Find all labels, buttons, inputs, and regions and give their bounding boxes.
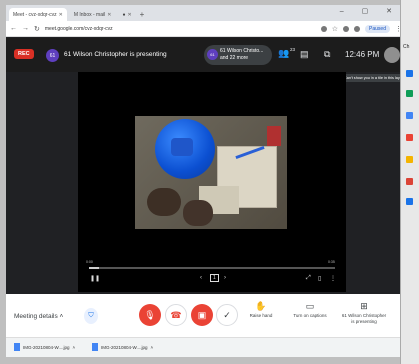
- paused-chip[interactable]: Paused: [365, 24, 390, 33]
- clock: 12:46 PM: [345, 50, 380, 59]
- browser-window: Meet - cvz-xdqr-cvz ✕ M Inbox - mail ✕ ●…: [6, 5, 406, 357]
- tab-third[interactable]: ● ✕: [118, 8, 135, 21]
- app-icon[interactable]: [406, 70, 413, 77]
- window-controls[interactable]: – ▢ ✕: [340, 7, 400, 15]
- app-icon[interactable]: [406, 156, 413, 163]
- close-icon[interactable]: ✕: [127, 12, 131, 18]
- leave-call-button[interactable]: ☎: [165, 304, 187, 326]
- presenting-banner: 61 Wilson Christopher is presenting: [64, 51, 167, 58]
- back-arrow-icon[interactable]: ←: [10, 25, 17, 32]
- downloads-shelf: IMG-20210804-W....jpg ˄ IMG-20210804-W..…: [6, 337, 406, 357]
- captions-button[interactable]: ▭ Turn on captions: [287, 301, 333, 319]
- pause-icon[interactable]: ❚❚: [90, 275, 100, 282]
- presenter-avatar: 61: [46, 49, 59, 62]
- star-icon[interactable]: ☆: [332, 25, 338, 33]
- close-icon[interactable]: ✕: [59, 12, 63, 18]
- next-icon[interactable]: ›: [224, 275, 226, 281]
- tab-label: M Inbox - mail: [73, 11, 106, 18]
- page-indicator: 1: [210, 274, 219, 282]
- desktop-strip: Ch: [400, 0, 419, 364]
- scrubber-progress: [89, 267, 99, 269]
- app-icon[interactable]: [406, 178, 413, 185]
- chevron-up-icon[interactable]: ˄: [151, 345, 154, 350]
- meeting-details-label: Meeting details: [14, 313, 58, 320]
- tab-mail[interactable]: M Inbox - mail ✕: [70, 8, 116, 21]
- hand-shape: [183, 200, 213, 226]
- captions-label: Turn on captions: [293, 313, 327, 318]
- download-item[interactable]: IMG-20210804-W....jpg ˄: [14, 343, 75, 351]
- app-icon[interactable]: [406, 134, 413, 141]
- layout-tooltip: Can't show you in a tile in this layout: [341, 74, 406, 82]
- present-line2: is presenting: [351, 318, 377, 324]
- hand-icon: ✋: [255, 301, 267, 311]
- blue-block-shape: [171, 138, 193, 156]
- image-file-icon: [92, 343, 98, 351]
- time-right: 0:35: [328, 260, 335, 264]
- present-button[interactable]: ⊞ 61 Wilson Christopher is presenting: [338, 301, 390, 324]
- tab-meet[interactable]: Meet - cvz-xdqr-cvz ✕: [9, 8, 67, 21]
- meeting-details-button[interactable]: Meeting details ˄: [14, 313, 63, 320]
- participant-avatar: 61: [207, 49, 218, 60]
- check-button[interactable]: ✓: [216, 304, 238, 326]
- chevron-up-icon[interactable]: ˄: [73, 345, 76, 350]
- people-count: 23: [290, 47, 296, 52]
- chevron-up-icon: ˄: [59, 313, 64, 320]
- settings-icon[interactable]: ▯: [318, 275, 321, 282]
- download-item[interactable]: IMG-20210804-W....jpg ˄: [92, 343, 153, 351]
- fullscreen-icon[interactable]: ⤢: [306, 275, 311, 282]
- forward-arrow-icon[interactable]: →: [22, 25, 29, 32]
- participants-chip[interactable]: 61 61 Wilson Christo... and 22 more: [204, 45, 272, 65]
- tab-label: ●: [122, 11, 126, 18]
- meet-top-bar: REC 61 61 Wilson Christopher is presenti…: [6, 38, 406, 72]
- video-scrubber[interactable]: [89, 267, 335, 269]
- app-icon[interactable]: [406, 198, 413, 205]
- time-left: 0:00: [86, 260, 93, 264]
- shared-video-frame: [135, 116, 287, 229]
- self-view-avatar[interactable]: [384, 47, 400, 63]
- more-icon[interactable]: ⋮: [330, 275, 336, 282]
- download-name: IMG-20210804-W....jpg: [23, 344, 70, 350]
- hand-shape: [147, 188, 181, 216]
- meeting-controls-bar: Meeting details ˄ ⛉ 🎙 ☎ ▣ ✓ ✋ Raise hand…: [6, 294, 406, 337]
- participants-chip-text: 61 Wilson Christo... and 22 more: [220, 48, 263, 61]
- participants-name: 61 Wilson Christo...: [220, 48, 264, 54]
- address-bar: ← → ↻ meet.google.com/cvz-xdqr-cvz ☆ Pau…: [6, 21, 406, 37]
- microphone-off-button[interactable]: 🎙: [139, 304, 161, 326]
- shield-icon[interactable]: ⛉: [84, 308, 98, 324]
- raise-hand-label: Raise hand: [249, 313, 273, 318]
- people-icon[interactable]: 👥: [278, 48, 289, 59]
- reload-icon[interactable]: ↻: [34, 25, 40, 33]
- app-icon[interactable]: [406, 112, 413, 119]
- desktop-label: Ch: [403, 44, 410, 50]
- url-field[interactable]: meet.google.com/cvz-xdqr-cvz: [45, 26, 316, 32]
- camera-off-button[interactable]: ▣: [191, 304, 213, 326]
- image-file-icon: [14, 343, 20, 351]
- raise-hand-button[interactable]: ✋ Raise hand: [238, 301, 284, 319]
- participants-more: and 22 more: [220, 54, 249, 61]
- chat-icon[interactable]: ▤: [300, 49, 309, 60]
- new-tab-button[interactable]: +: [140, 10, 145, 19]
- captions-icon: ▭: [305, 301, 315, 311]
- presentation-stage: 0:00 0:35 ❚❚ ‹ 1 › ⤢ ▯ ⋮: [78, 72, 346, 292]
- present-line1: 61 Wilson Christopher: [341, 313, 387, 318]
- tab-label: Meet - cvz-xdqr-cvz: [13, 11, 57, 18]
- close-icon[interactable]: ✕: [107, 12, 111, 18]
- prev-icon[interactable]: ‹: [200, 275, 202, 281]
- red-component-shape: [267, 126, 281, 146]
- camera-icon[interactable]: [320, 25, 327, 32]
- extension-icon[interactable]: [343, 25, 350, 32]
- download-name: IMG-20210804-W....jpg: [101, 344, 148, 350]
- activities-icon[interactable]: ⧉: [324, 49, 330, 60]
- tab-strip: Meet - cvz-xdqr-cvz ✕ M Inbox - mail ✕ ●…: [6, 5, 406, 21]
- app-icon[interactable]: [406, 90, 413, 97]
- profile-avatar[interactable]: [354, 25, 361, 32]
- present-icon: ⊞: [360, 301, 368, 311]
- recording-badge: REC: [14, 49, 34, 59]
